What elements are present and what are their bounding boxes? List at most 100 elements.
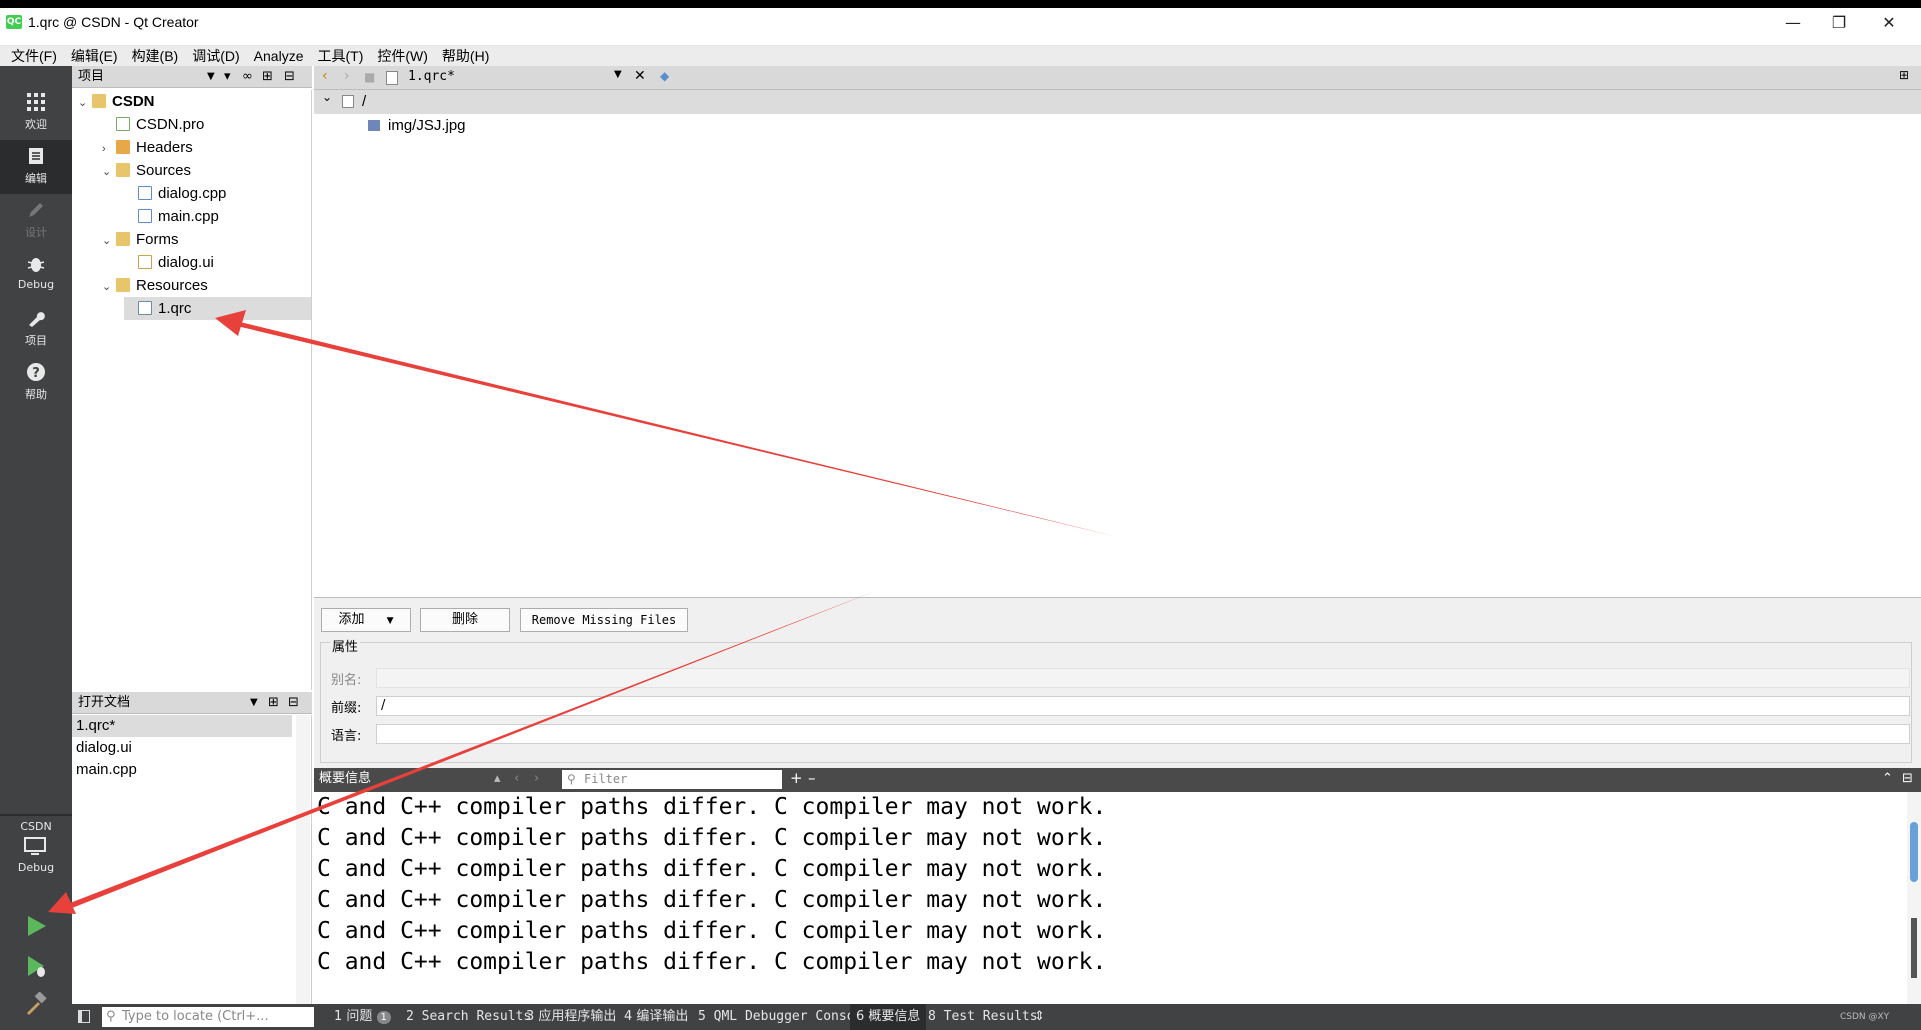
resource-file-row[interactable]: img/JSJ.jpg (368, 114, 568, 138)
mode-label: Debug (17, 278, 55, 291)
kit-selector[interactable]: CSDN Debug (0, 820, 72, 874)
menu-edit[interactable]: 编辑(E) (64, 46, 125, 66)
prev-icon[interactable]: ‹ (514, 768, 519, 789)
split-icon[interactable]: ⊞ (268, 692, 279, 713)
svg-text:?: ? (32, 366, 40, 381)
top-strip (0, 0, 1921, 8)
chevron-down-icon[interactable]: ⌄ (322, 90, 332, 104)
tree-item-1-qrc[interactable]: 1.qrc (124, 297, 311, 320)
remove-missing-files-button[interactable]: Remove Missing Files (520, 608, 688, 632)
tree-item-csdn-pro[interactable]: CSDN.pro (102, 113, 204, 136)
open-doc-item[interactable]: 1.qrc* (72, 715, 292, 737)
tree-item-csdn[interactable]: ⌄ CSDN (78, 90, 155, 113)
remove-button[interactable]: 删除 (420, 608, 510, 632)
close-pane-icon[interactable]: ⊟ (1902, 768, 1913, 789)
project-folder-icon (92, 94, 106, 108)
forms-folder-icon (116, 232, 130, 246)
tree-item-forms[interactable]: ⌄ Forms (102, 228, 179, 251)
locator-input[interactable]: ⚲ Type to locate (Ctrl+... (102, 1007, 314, 1027)
close-tab-icon[interactable]: ✕ (634, 68, 646, 84)
zoom-out-icon[interactable]: – (808, 768, 816, 789)
add-dropdown-button[interactable]: 添加 ▼ (321, 608, 411, 632)
menu-tools[interactable]: 工具(T) (310, 46, 370, 66)
open-doc-item[interactable]: main.cpp (72, 759, 311, 781)
menu-widgets[interactable]: 控件(W) (370, 46, 435, 66)
scrollbar[interactable] (296, 715, 310, 1004)
prefix-field[interactable]: / (376, 696, 1910, 716)
class-browser-icon[interactable]: ◆ (660, 69, 669, 83)
tree-item-sources[interactable]: ⌄ Sources (102, 159, 191, 182)
run-button[interactable] (24, 914, 48, 938)
mode-help[interactable]: ? 帮助 (0, 356, 72, 410)
tree-item-main-cpp[interactable]: main.cpp (124, 205, 219, 228)
next-icon[interactable]: › (534, 768, 539, 789)
output-filter-input[interactable]: ⚲ Filter (562, 770, 782, 789)
chevron-down-icon[interactable]: ⌄ (102, 276, 116, 299)
close-button[interactable]: ✕ (1866, 10, 1912, 36)
zoom-in-icon[interactable]: + (790, 768, 803, 789)
build-button[interactable] (24, 991, 48, 1016)
close-panel-icon[interactable]: ⊟ (284, 66, 295, 87)
chevron-down-icon: ▼ (386, 616, 394, 626)
maximize-pane-icon[interactable]: ⌃ (1882, 768, 1893, 789)
scrollbar-thumb[interactable] (1910, 822, 1918, 882)
mode-divider (0, 814, 72, 816)
issues-tab[interactable]: 1 问题 1 (334, 1004, 391, 1030)
ui-file-icon (138, 255, 152, 269)
toggle-sidebar-icon[interactable] (78, 1010, 90, 1023)
resource-prefix-row[interactable]: ⌄ / (314, 90, 1921, 114)
chevron-down-icon[interactable]: ⌄ (78, 92, 92, 115)
compile-output-tab[interactable]: 4 编译输出 (624, 1004, 688, 1030)
debug-run-button[interactable] (24, 954, 48, 978)
test-results-tab[interactable]: 8 Test Results (928, 1004, 1038, 1030)
menu-debug[interactable]: 调试(D) (185, 46, 246, 66)
open-doc-item[interactable]: dialog.ui (72, 737, 311, 759)
search-results-tab[interactable]: 2 Search Results (406, 1004, 531, 1030)
mode-edit[interactable]: 编辑 (0, 140, 72, 194)
prefix-label: 前缀: (331, 701, 362, 716)
clean-icon[interactable]: ▴ (494, 768, 501, 789)
mode-design[interactable]: 设计 (0, 194, 72, 248)
tree-item-label: dialog.ui (158, 254, 214, 271)
filter-icon[interactable]: ▾ (224, 66, 231, 87)
project-tree: ⌄ CSDN CSDN.pro › Headers ⌄ Sources dialog.… (72, 90, 312, 690)
forward-arrow-icon[interactable]: › (344, 68, 350, 84)
chevron-down-icon[interactable]: ▼ (207, 66, 215, 87)
language-field[interactable] (376, 724, 1910, 744)
link-icon[interactable]: ∞ (242, 66, 253, 87)
menu-help[interactable]: 帮助(H) (435, 46, 496, 66)
alias-label: 别名: (331, 673, 362, 688)
kit-project-name: CSDN (20, 820, 52, 833)
mode-projects[interactable]: 项目 (0, 302, 72, 356)
split-icon[interactable]: ⊞ (1899, 68, 1909, 82)
menu-file[interactable]: 文件(F) (4, 46, 64, 66)
menu-analyze[interactable]: Analyze (247, 48, 311, 64)
minimize-button[interactable]: — (1770, 10, 1816, 36)
chevron-right-icon[interactable]: › (102, 138, 116, 161)
chevron-down-icon[interactable]: ⌄ (102, 230, 116, 253)
title-bar: QC 1.qrc @ CSDN - Qt Creator — ❐ ✕ (0, 0, 1921, 46)
chevron-down-icon[interactable]: ▼ (250, 692, 258, 713)
tree-item-resources[interactable]: ⌄ Resources (102, 274, 208, 297)
mode-welcome[interactable]: 欢迎 (0, 86, 72, 140)
prefix-icon (342, 95, 354, 108)
chevron-down-icon[interactable]: ⌄ (102, 161, 116, 184)
chevron-down-icon[interactable]: ▼ (614, 69, 622, 80)
tree-item-dialog-cpp[interactable]: dialog.cpp (124, 182, 226, 205)
editor-tab-title[interactable]: 1.qrc* (408, 69, 455, 84)
general-messages-tab[interactable]: 6 概要信息 (850, 1004, 927, 1030)
output-filter-placeholder: Filter (584, 772, 628, 786)
more-tabs-icon[interactable]: ⇕ (1034, 1004, 1045, 1030)
output-scrollbar[interactable] (1907, 792, 1921, 1004)
qml-debugger-console-tab[interactable]: 5 QML Debugger Console (698, 1004, 870, 1030)
tree-item-dialog-ui[interactable]: dialog.ui (124, 251, 214, 274)
close-panel-icon[interactable]: ⊟ (288, 692, 299, 713)
menu-build[interactable]: 构建(B) (125, 46, 186, 66)
back-arrow-icon[interactable]: ‹ (322, 68, 328, 84)
restore-button[interactable]: ❐ (1816, 10, 1862, 36)
tree-item-headers[interactable]: › Headers (102, 136, 193, 159)
mode-debug[interactable]: Debug (0, 248, 72, 302)
app-output-tab[interactable]: 3 应用程序输出 (526, 1004, 616, 1030)
scrollbar-marker (1911, 918, 1917, 978)
split-icon[interactable]: ⊞ (262, 66, 273, 87)
